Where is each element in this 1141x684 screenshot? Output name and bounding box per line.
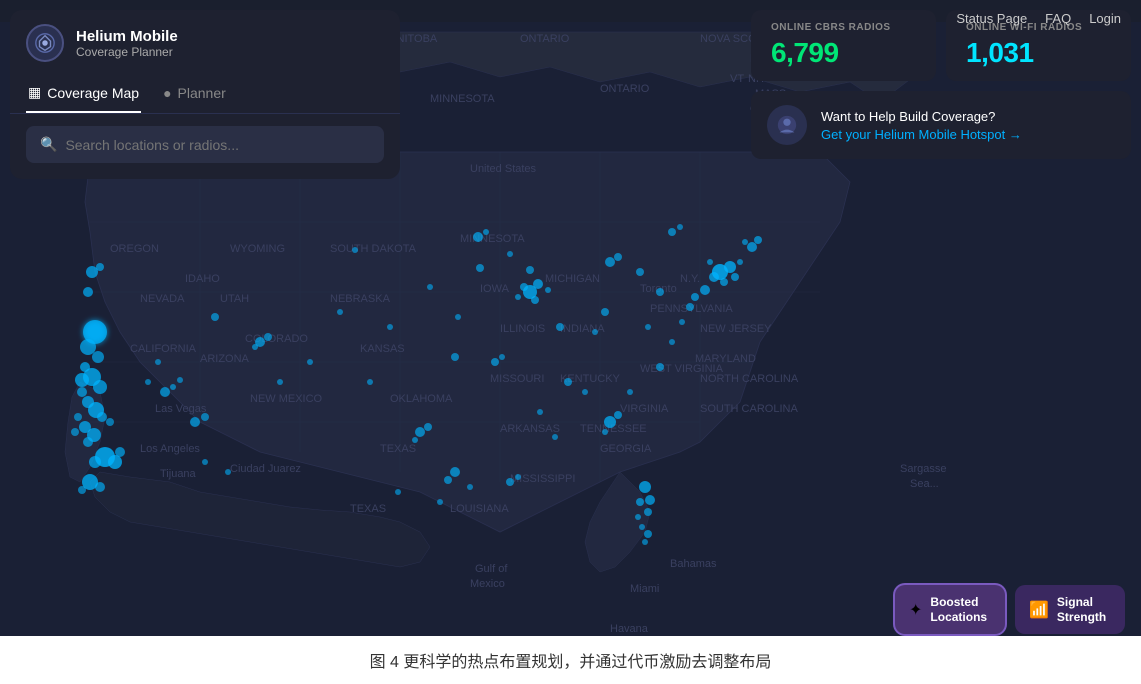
svg-text:N.Y.: N.Y. (680, 273, 700, 285)
help-title: Want to Help Build Coverage? (821, 109, 1022, 124)
coverage-map-icon: ▦ (28, 84, 41, 101)
signal-strength-button[interactable]: 📶 SignalStrength (1015, 585, 1125, 634)
caption: 图 4 更科学的热点布置规划，并通过代币激励去调整布局 (0, 636, 1141, 684)
boosted-label: BoostedLocations (930, 595, 987, 624)
tab-planner[interactable]: ● Planner (161, 78, 228, 113)
signal-label: SignalStrength (1057, 595, 1106, 624)
svg-text:NEW JERSEY: NEW JERSEY (700, 323, 772, 335)
search-icon: 🔍 (40, 136, 57, 153)
svg-text:KANSAS: KANSAS (360, 343, 405, 355)
svg-text:MINNESOTA: MINNESOTA (460, 233, 525, 245)
svg-text:Tijuana: Tijuana (160, 468, 197, 480)
svg-text:ILLINOIS: ILLINOIS (500, 323, 545, 335)
svg-text:NEBRASKA: NEBRASKA (330, 293, 391, 305)
planner-icon: ● (163, 85, 171, 101)
svg-text:ARIZONA: ARIZONA (200, 353, 250, 365)
top-nav-links: Status Page FAQ Login (956, 11, 1121, 26)
wifi-stat-value: 1,031 (966, 37, 1111, 69)
svg-text:Gulf of: Gulf of (475, 563, 508, 575)
help-text: Want to Help Build Coverage? Get your He… (821, 109, 1022, 142)
svg-text:MICHIGAN: MICHIGAN (545, 273, 600, 285)
svg-text:SOUTH DAKOTA: SOUTH DAKOTA (330, 243, 417, 255)
svg-text:SOUTH CAROLINA: SOUTH CAROLINA (700, 403, 798, 415)
svg-text:OKLAHOMA: OKLAHOMA (390, 393, 453, 405)
svg-text:WYOMING: WYOMING (230, 243, 285, 255)
svg-text:OREGON: OREGON (110, 243, 159, 255)
svg-text:ARKANSAS: ARKANSAS (500, 423, 560, 435)
top-nav: Status Page FAQ Login (0, 0, 1141, 36)
svg-text:Sea...: Sea... (910, 478, 939, 490)
login-link[interactable]: Login (1089, 11, 1121, 26)
brand-sub: Coverage Planner (76, 45, 178, 59)
cbrs-stat-value: 6,799 (771, 37, 916, 69)
svg-text:ONTARIO: ONTARIO (600, 83, 650, 95)
tab-coverage-map[interactable]: ▦ Coverage Map (26, 78, 141, 113)
svg-text:IOWA: IOWA (480, 283, 510, 295)
svg-text:Sargasse: Sargasse (900, 463, 946, 475)
svg-text:UTAH: UTAH (220, 293, 249, 305)
signal-icon: 📶 (1029, 600, 1049, 620)
help-avatar (767, 105, 807, 145)
help-link[interactable]: Get your Helium Mobile Hotspot → (821, 127, 1022, 142)
svg-text:COLORADO: COLORADO (245, 333, 308, 345)
svg-text:Las Vegas: Las Vegas (155, 403, 207, 415)
search-input-wrap: 🔍 (26, 126, 384, 163)
svg-text:Mexico: Mexico (470, 578, 505, 590)
svg-text:Miami: Miami (630, 583, 659, 595)
svg-text:GEORGIA: GEORGIA (600, 443, 652, 455)
svg-text:INDIANA: INDIANA (560, 323, 605, 335)
svg-text:Havana: Havana (610, 623, 649, 635)
svg-text:IDAHO: IDAHO (185, 273, 220, 285)
boosted-locations-button[interactable]: ✦ BoostedLocations (895, 585, 1005, 634)
boosted-icon: ✦ (909, 600, 922, 620)
svg-text:TEXAS: TEXAS (380, 443, 416, 455)
caption-text: 图 4 更科学的热点布置规划，并通过代币激励去调整布局 (370, 654, 772, 671)
svg-text:CALIFORNIA: CALIFORNIA (130, 343, 197, 355)
svg-text:VT: VT (730, 73, 744, 85)
svg-text:NEW MEXICO: NEW MEXICO (250, 393, 323, 405)
svg-text:NEVADA: NEVADA (140, 293, 185, 305)
svg-text:Los Angeles: Los Angeles (140, 443, 200, 455)
svg-text:United States: United States (470, 163, 537, 175)
tab-bar: ▦ Coverage Map ● Planner (10, 72, 400, 114)
tab-coverage-label: Coverage Map (47, 85, 139, 101)
search-input[interactable] (65, 137, 370, 153)
svg-text:Bahamas: Bahamas (670, 558, 717, 570)
svg-text:LOUISIANA: LOUISIANA (450, 503, 509, 515)
svg-text:MARYLAND: MARYLAND (695, 353, 756, 365)
svg-text:Ciudad Juarez: Ciudad Juarez (230, 463, 301, 475)
page-wrapper: OREGON NEVADA CALIFORNIA IDAHO WYOMING U… (0, 0, 1141, 684)
svg-text:MISSOURI: MISSOURI (490, 373, 544, 385)
help-card: Want to Help Build Coverage? Get your He… (751, 91, 1131, 159)
bottom-buttons: ✦ BoostedLocations 📶 SignalStrength (895, 585, 1125, 634)
svg-text:MINNESOTA: MINNESOTA (430, 93, 495, 105)
svg-text:TEXAS: TEXAS (350, 503, 386, 515)
search-bar: 🔍 (10, 114, 400, 179)
svg-text:VIRGINIA: VIRGINIA (620, 403, 669, 415)
faq-link[interactable]: FAQ (1045, 11, 1071, 26)
svg-text:NORTH CAROLINA: NORTH CAROLINA (700, 373, 799, 385)
tab-planner-label: Planner (178, 85, 226, 101)
status-page-link[interactable]: Status Page (956, 11, 1027, 26)
